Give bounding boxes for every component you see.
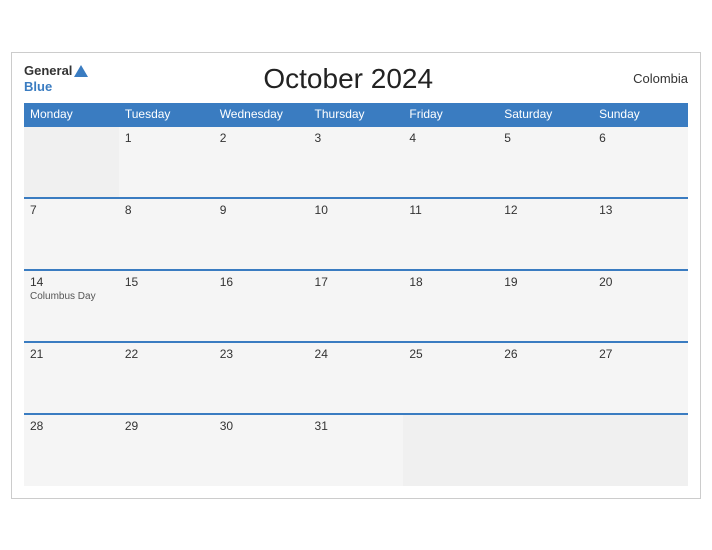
weekday-header-monday: Monday bbox=[24, 103, 119, 126]
day-number: 16 bbox=[220, 275, 303, 289]
calendar-day-cell: 2 bbox=[214, 126, 309, 198]
calendar-grid: MondayTuesdayWednesdayThursdayFridaySatu… bbox=[24, 103, 688, 486]
calendar-day-cell: 27 bbox=[593, 342, 688, 414]
day-number: 14 bbox=[30, 275, 113, 289]
calendar-day-cell: 1 bbox=[119, 126, 214, 198]
day-number: 15 bbox=[125, 275, 208, 289]
calendar-day-cell: 13 bbox=[593, 198, 688, 270]
logo: General Blue bbox=[24, 63, 88, 94]
calendar-day-cell: 11 bbox=[403, 198, 498, 270]
day-number: 30 bbox=[220, 419, 303, 433]
calendar-day-cell bbox=[593, 414, 688, 486]
day-number: 17 bbox=[315, 275, 398, 289]
day-number: 3 bbox=[315, 131, 398, 145]
day-number: 8 bbox=[125, 203, 208, 217]
calendar-day-cell: 22 bbox=[119, 342, 214, 414]
day-number: 28 bbox=[30, 419, 113, 433]
day-number: 20 bbox=[599, 275, 682, 289]
calendar-day-cell: 29 bbox=[119, 414, 214, 486]
calendar-day-cell: 12 bbox=[498, 198, 593, 270]
day-number: 22 bbox=[125, 347, 208, 361]
country-label: Colombia bbox=[608, 71, 688, 86]
weekday-header-sunday: Sunday bbox=[593, 103, 688, 126]
calendar-day-cell: 19 bbox=[498, 270, 593, 342]
day-number: 2 bbox=[220, 131, 303, 145]
day-number: 10 bbox=[315, 203, 398, 217]
calendar-day-cell: 21 bbox=[24, 342, 119, 414]
day-number: 24 bbox=[315, 347, 398, 361]
day-number: 25 bbox=[409, 347, 492, 361]
day-number: 29 bbox=[125, 419, 208, 433]
calendar-day-cell: 24 bbox=[309, 342, 404, 414]
weekday-header-friday: Friday bbox=[403, 103, 498, 126]
calendar-week-row: 123456 bbox=[24, 126, 688, 198]
day-number: 12 bbox=[504, 203, 587, 217]
weekday-header-tuesday: Tuesday bbox=[119, 103, 214, 126]
calendar-day-cell: 14 Columbus Day bbox=[24, 270, 119, 342]
day-number: 9 bbox=[220, 203, 303, 217]
day-number: 4 bbox=[409, 131, 492, 145]
weekday-header-saturday: Saturday bbox=[498, 103, 593, 126]
day-number: 31 bbox=[315, 419, 398, 433]
day-number: 19 bbox=[504, 275, 587, 289]
calendar-day-cell: 26 bbox=[498, 342, 593, 414]
day-number: 5 bbox=[504, 131, 587, 145]
holiday-label: Columbus Day bbox=[30, 291, 113, 302]
weekday-header-wednesday: Wednesday bbox=[214, 103, 309, 126]
calendar-day-cell: 25 bbox=[403, 342, 498, 414]
calendar-day-cell bbox=[403, 414, 498, 486]
logo-triangle-icon bbox=[74, 65, 88, 77]
calendar-day-cell: 7 bbox=[24, 198, 119, 270]
calendar-day-cell: 28 bbox=[24, 414, 119, 486]
weekday-header-row: MondayTuesdayWednesdayThursdayFridaySatu… bbox=[24, 103, 688, 126]
calendar-day-cell: 10 bbox=[309, 198, 404, 270]
calendar-day-cell: 6 bbox=[593, 126, 688, 198]
day-number: 27 bbox=[599, 347, 682, 361]
day-number: 23 bbox=[220, 347, 303, 361]
calendar-day-cell: 16 bbox=[214, 270, 309, 342]
calendar-week-row: 789 10 11 12 13 bbox=[24, 198, 688, 270]
calendar-day-cell: 8 bbox=[119, 198, 214, 270]
day-number: 18 bbox=[409, 275, 492, 289]
day-number: 7 bbox=[30, 203, 113, 217]
day-number: 13 bbox=[599, 203, 682, 217]
month-title: October 2024 bbox=[88, 63, 608, 95]
logo-blue: Blue bbox=[24, 79, 88, 95]
calendar-day-cell: 30 bbox=[214, 414, 309, 486]
calendar-day-cell: 23 bbox=[214, 342, 309, 414]
calendar-day-cell: 5 bbox=[498, 126, 593, 198]
day-number: 21 bbox=[30, 347, 113, 361]
calendar-week-row: 14 Columbus Day 15 16 17 18 19 20 bbox=[24, 270, 688, 342]
calendar-day-cell: 4 bbox=[403, 126, 498, 198]
calendar-day-cell: 20 bbox=[593, 270, 688, 342]
calendar-header: General Blue October 2024 Colombia bbox=[24, 63, 688, 95]
calendar-week-row: 21 22 23 24 25 26 27 bbox=[24, 342, 688, 414]
logo-general: General bbox=[24, 63, 72, 79]
day-number: 26 bbox=[504, 347, 587, 361]
calendar-container: General Blue October 2024 Colombia Monda… bbox=[11, 52, 701, 499]
calendar-day-cell: 15 bbox=[119, 270, 214, 342]
calendar-day-cell: 17 bbox=[309, 270, 404, 342]
day-number: 1 bbox=[125, 131, 208, 145]
calendar-day-cell bbox=[24, 126, 119, 198]
calendar-day-cell: 18 bbox=[403, 270, 498, 342]
day-number: 6 bbox=[599, 131, 682, 145]
day-number: 11 bbox=[409, 203, 492, 217]
calendar-day-cell: 3 bbox=[309, 126, 404, 198]
calendar-day-cell: 31 bbox=[309, 414, 404, 486]
calendar-week-row: 28 29 30 31 bbox=[24, 414, 688, 486]
calendar-day-cell bbox=[498, 414, 593, 486]
calendar-day-cell: 9 bbox=[214, 198, 309, 270]
weekday-header-thursday: Thursday bbox=[309, 103, 404, 126]
